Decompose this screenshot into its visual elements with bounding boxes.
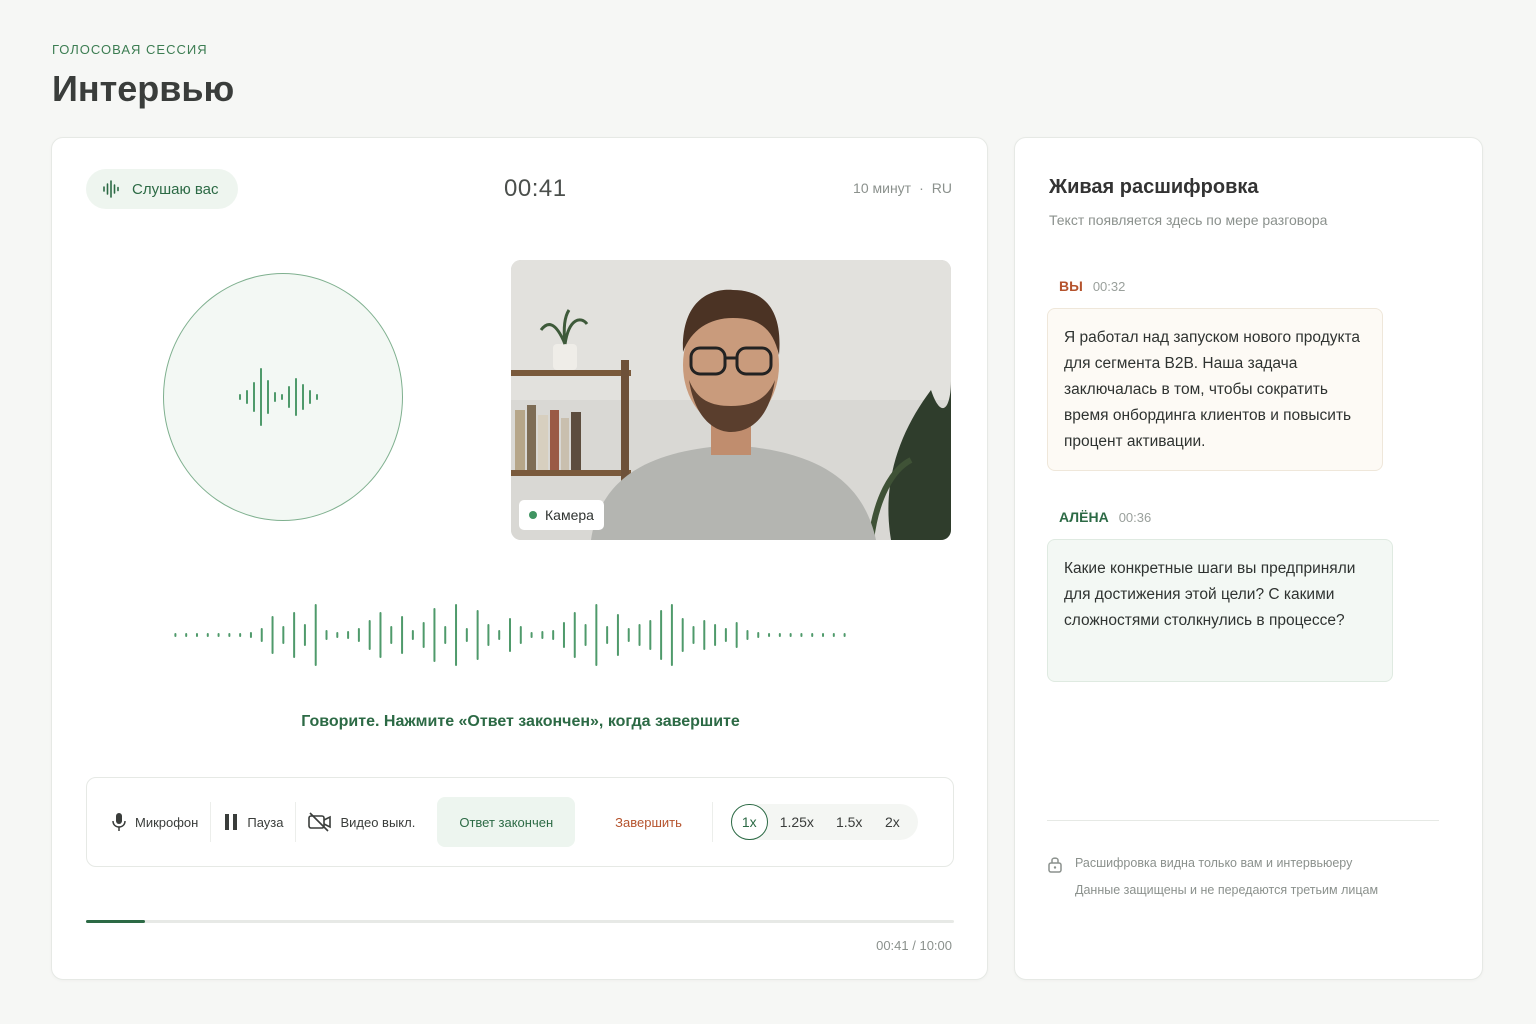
pause-icon: [225, 814, 238, 830]
speed-2x-button[interactable]: 2x: [874, 804, 910, 840]
message-header-you: ВЫ 00:32: [1059, 278, 1125, 294]
camera-badge: Камера: [519, 500, 604, 530]
transcript-divider: [1047, 820, 1439, 821]
message-header-interviewer: АЛЁНА 00:36: [1059, 509, 1151, 525]
control-bar: Микрофон Пауза Видео выкл. Ответ законче…: [86, 777, 954, 867]
speaker-name: ВЫ: [1059, 278, 1083, 294]
video-off-label: Видео выкл.: [340, 814, 416, 830]
microphone-label: Микрофон: [135, 814, 199, 830]
time-readout: 00:41 / 10:00: [876, 938, 952, 953]
transcript-subtitle: Текст появляется здесь по мере разговора: [1049, 212, 1328, 228]
microphone-icon: [112, 813, 126, 831]
section-eyebrow: ГОЛОСОВАЯ СЕССИЯ: [52, 42, 208, 57]
message-bubble-interviewer: Какие конкретные шаги вы предприняли для…: [1047, 539, 1393, 682]
session-duration: 10 минут: [853, 180, 912, 196]
voice-wave-icon: [103, 180, 119, 198]
session-progress-fill: [86, 920, 146, 923]
privacy-line-1: Расшифровка видна только вам и интервьюе…: [1075, 856, 1353, 870]
interviewee-video-frame: [511, 260, 951, 540]
camera-live-dot: [529, 511, 537, 519]
session-language: RU: [931, 180, 952, 196]
lock-icon: [1048, 856, 1062, 873]
speed-1-25x-button[interactable]: 1.25x: [770, 804, 824, 840]
listening-status-badge: Слушаю вас: [86, 169, 238, 209]
speed-1-5x-button[interactable]: 1.5x: [826, 804, 872, 840]
privacy-note: Расшифровка видна только вам и интервьюе…: [1047, 850, 1378, 904]
answer-finished-label: Ответ закончен: [459, 814, 554, 830]
camera-label: Камера: [545, 507, 594, 523]
pause-button[interactable]: Пауза: [211, 797, 295, 847]
video-off-button[interactable]: Видео выкл.: [296, 797, 427, 847]
message-time: 00:32: [1092, 279, 1126, 294]
status-label: Слушаю вас: [132, 180, 219, 198]
session-progress-bar: [86, 920, 954, 923]
session-panel: Слушаю вас 00:41 10 минут · RU Камера Го…: [51, 137, 988, 980]
speed-1x-button[interactable]: 1x: [730, 804, 768, 840]
answer-finished-button[interactable]: Ответ закончен: [437, 797, 576, 847]
camera-preview: Камера: [511, 260, 951, 540]
voice-activity-circle: [163, 273, 403, 521]
voice-wave-icon: [239, 368, 318, 426]
end-session-label: Завершить: [615, 814, 682, 830]
session-meta: 10 минут · RU: [853, 180, 952, 196]
speaker-name: АЛЁНА: [1059, 509, 1109, 525]
transcript-panel: Живая расшифровка Текст появляется здесь…: [1014, 137, 1483, 980]
session-timer: 00:41: [504, 175, 567, 202]
privacy-line-2: Данные защищены и не передаются третьим …: [1075, 883, 1379, 897]
message-time: 00:36: [1118, 510, 1152, 525]
speak-hint: Говорите. Нажмите «Ответ закончен», когд…: [301, 713, 740, 730]
pause-label: Пауза: [247, 814, 284, 830]
video-off-icon: [308, 812, 332, 832]
message-bubble-you: Я работал над запуском нового продукта д…: [1047, 308, 1383, 471]
end-session-button[interactable]: Завершить: [585, 797, 712, 847]
audio-waveform: [174, 604, 846, 666]
control-divider: [711, 802, 713, 842]
page-title: Интервью: [52, 68, 235, 109]
playback-speed-group: 1x 1.25x 1.5x 2x: [730, 804, 919, 840]
microphone-button[interactable]: Микрофон: [99, 797, 210, 847]
meta-separator: ·: [919, 180, 924, 196]
transcript-title: Живая расшифровка: [1049, 176, 1259, 198]
